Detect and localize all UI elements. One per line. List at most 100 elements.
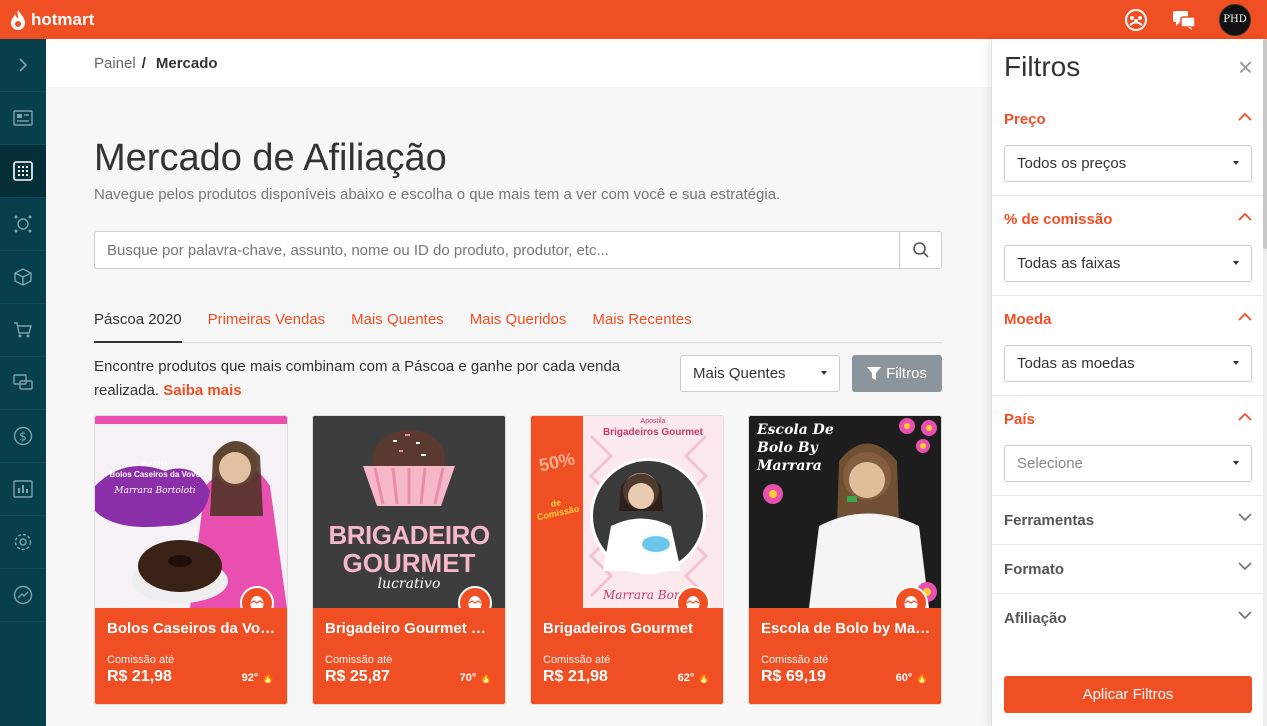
filter-heading-comissao[interactable]: % de comissão [1004, 211, 1112, 228]
card-title: Brigadeiro Gourmet Lucrativo [325, 620, 495, 637]
filter-group-moeda: Moeda Todas as moedas [992, 296, 1264, 396]
product-card[interactable]: Escola De Bolo By Marrara Escola de Bolo… [748, 415, 942, 705]
tab-mais-quentes[interactable]: Mais Quentes [351, 307, 444, 343]
dollar-icon: $ [13, 426, 33, 446]
sidebar-item-sales[interactable] [0, 304, 46, 357]
close-icon[interactable]: × [1238, 54, 1253, 80]
image-caption-line3: Marrara [757, 458, 822, 474]
tab-mais-recentes[interactable]: Mais Recentes [592, 307, 691, 343]
caret-down-icon [821, 371, 827, 375]
temperature: 70° 🔥 [460, 671, 493, 684]
dashboard-icon [13, 110, 33, 126]
filter-group-preco: Preço Todos os preços [992, 96, 1264, 196]
sidebar-item-products[interactable] [0, 251, 46, 304]
image-caption-author: Marrara Bortoloti [114, 486, 196, 496]
commission-label: Comissão até [543, 654, 611, 666]
search-bar [94, 231, 942, 269]
temperature: 60° 🔥 [896, 671, 929, 684]
community-icon[interactable] [1123, 7, 1149, 33]
chevron-up-icon[interactable] [1238, 312, 1252, 322]
commission-label: Comissão até [761, 654, 829, 666]
search-input[interactable] [95, 232, 901, 268]
card-title: Escola de Bolo by Marrara [761, 620, 931, 637]
image-caption-apostila: Apostila [142, 460, 168, 467]
sidebar-item-reports[interactable] [0, 463, 46, 516]
sort-select[interactable]: Mais Quentes [680, 355, 840, 392]
sidebar-item-settings[interactable] [0, 516, 46, 569]
product-card[interactable]: Apostila Brigadeiros Gourmet 50% de Comi… [530, 415, 724, 705]
funnel-icon [867, 366, 882, 380]
fire-icon: 🔥 [261, 672, 275, 684]
caret-down-icon [1233, 461, 1239, 465]
sidebar-item-growth[interactable] [0, 569, 46, 622]
image-caption-title: Bolos Caseiros da Vovó [109, 470, 201, 479]
tab-pascoa-2020[interactable]: Páscoa 2020 [94, 307, 182, 343]
product-image: Apostila Bolos Caseiros da Vovó Marrara … [95, 416, 287, 608]
caret-down-icon [1233, 161, 1239, 165]
box-icon [14, 268, 32, 286]
chevron-up-icon[interactable] [1238, 212, 1252, 222]
chat-icon[interactable] [1171, 7, 1197, 33]
sidebar: $ [0, 39, 46, 726]
brand-name: hotmart [31, 9, 95, 29]
sidebar-item-messages[interactable] [0, 357, 46, 410]
sidebar-item-affiliates[interactable] [0, 198, 46, 251]
grid-icon [13, 161, 33, 181]
filter-heading-preco[interactable]: Preço [1004, 111, 1046, 128]
saiba-mais-link[interactable]: Saiba mais [163, 382, 241, 399]
currency-select[interactable]: Todas as moedas [1004, 345, 1252, 382]
temperature-value: 70° [459, 672, 477, 684]
chat-bubbles-icon [13, 374, 33, 390]
breadcrumb: Painel / Mercado [46, 39, 991, 87]
chevron-up-icon[interactable] [1238, 412, 1252, 422]
category-tabs: Páscoa 2020 Primeiras Vendas Mais Quente… [94, 307, 942, 343]
sidebar-item-market[interactable] [0, 145, 46, 198]
avatar: PHD [1219, 3, 1251, 36]
card-title: Brigadeiros Gourmet [543, 620, 694, 637]
filters-panel: Filtros × Preço Todos os preços % de com… [991, 39, 1264, 726]
cart-icon [14, 322, 32, 338]
sidebar-item-dashboard[interactable] [0, 92, 46, 145]
country-select[interactable]: Selecione [1004, 445, 1252, 482]
filter-heading-ferramentas: Ferramentas [1004, 512, 1095, 529]
filter-group-formato[interactable]: Formato [992, 545, 1264, 594]
tab-primeiras-vendas[interactable]: Primeiras Vendas [208, 307, 326, 343]
currency-select-value: Todas as moedas [1017, 355, 1135, 372]
hotmart-logo[interactable]: hotmart [9, 9, 94, 31]
image-caption-line2: Bolo By [757, 440, 818, 456]
search-button[interactable] [899, 232, 941, 268]
sidebar-toggle[interactable] [0, 39, 46, 92]
temperature-value: 60° [895, 672, 913, 684]
chevron-right-icon [19, 58, 28, 72]
product-card[interactable]: BRIGADEIRO GOURMET lucrativo Brigadeiro … [312, 415, 506, 705]
growth-icon [13, 585, 33, 605]
user-avatar[interactable]: PHD [1219, 3, 1251, 36]
filter-heading-moeda[interactable]: Moeda [1004, 311, 1052, 328]
gear-icon [14, 533, 32, 551]
sidebar-item-finance[interactable]: $ [0, 410, 46, 463]
chevron-up-icon[interactable] [1238, 112, 1252, 122]
main-content: Mercado de Afiliação Navegue pelos produ… [46, 87, 991, 726]
scrollbar[interactable] [1263, 39, 1267, 726]
card-title: Bolos Caseiros da Vovó [107, 620, 277, 637]
top-bar: hotmart PHD [0, 0, 1267, 39]
scrollbar-thumb[interactable] [1263, 39, 1267, 249]
filter-group-ferramentas[interactable]: Ferramentas [992, 496, 1264, 545]
product-card[interactable]: Apostila Bolos Caseiros da Vovó Marrara … [94, 415, 288, 705]
chevron-down-icon [1238, 562, 1252, 571]
tab-mais-queridos[interactable]: Mais Queridos [470, 307, 567, 343]
filter-group-afiliacao[interactable]: Afiliação [992, 594, 1264, 643]
product-image: Apostila Brigadeiros Gourmet 50% de Comi… [531, 416, 723, 608]
temperature-value: 62° [677, 672, 695, 684]
product-image: BRIGADEIRO GOURMET lucrativo [313, 416, 505, 608]
filter-heading-pais[interactable]: País [1004, 411, 1035, 428]
breadcrumb-root[interactable]: Painel [94, 55, 136, 72]
filters-button[interactable]: Filtros [852, 355, 942, 392]
price-select[interactable]: Todos os preços [1004, 145, 1252, 182]
filter-group-pais: País Selecione [992, 396, 1264, 496]
breadcrumb-current: Mercado [155, 54, 218, 72]
apply-filters-button[interactable]: Aplicar Filtros [1004, 676, 1252, 713]
commission-select[interactable]: Todas as faixas [1004, 245, 1252, 282]
chevron-down-icon [1238, 611, 1252, 620]
section-description: Encontre produtos que mais combinam com … [94, 355, 664, 403]
